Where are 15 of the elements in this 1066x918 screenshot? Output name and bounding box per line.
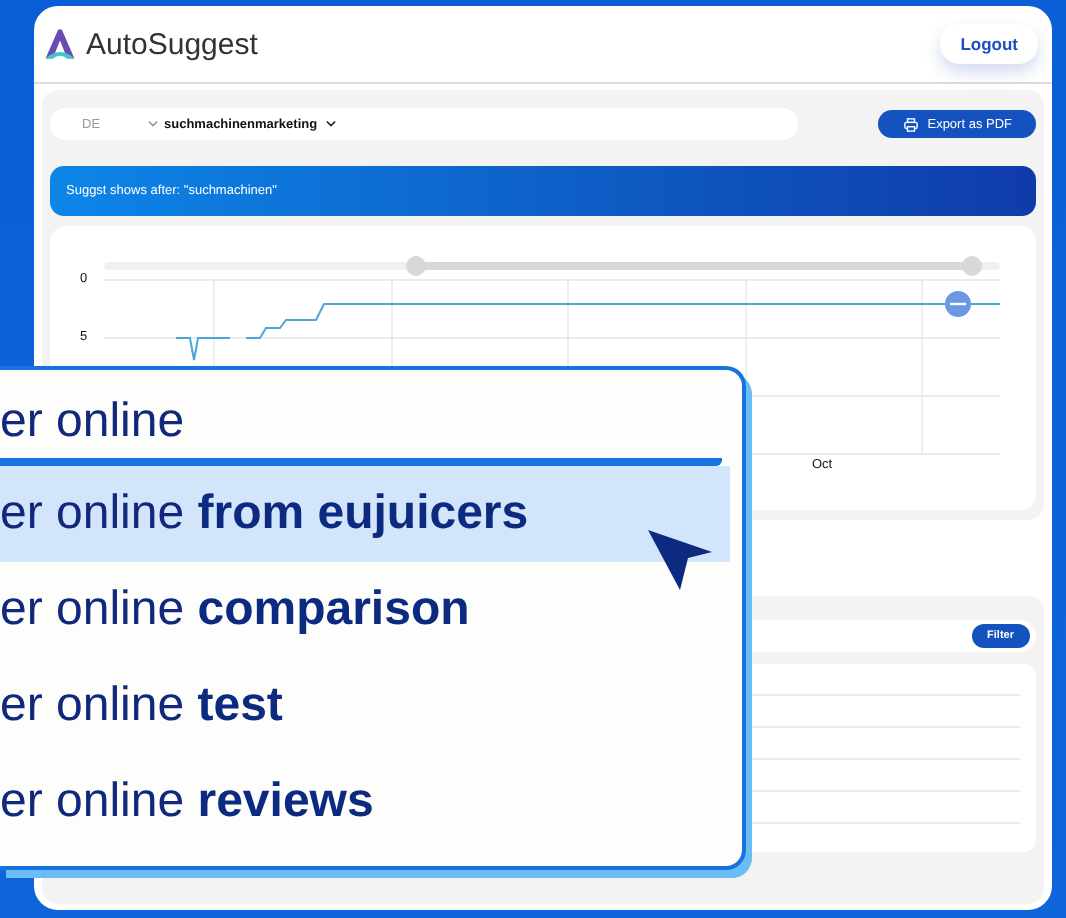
logout-button[interactable]: Logout: [940, 24, 1038, 64]
app-title: AutoSuggest: [86, 27, 258, 61]
suggestion-item[interactable]: er online comparison: [0, 562, 730, 658]
cursor-arrow-icon: [646, 528, 714, 592]
slider-handle[interactable]: [962, 256, 983, 276]
logo-icon: [42, 26, 78, 62]
printer-icon: [903, 117, 918, 131]
suggestion-item[interactable]: er online reviews: [0, 754, 730, 850]
chevron-down-icon: [325, 120, 336, 128]
range-slider-track[interactable]: [104, 262, 1000, 270]
minus-marker-icon[interactable]: [945, 291, 971, 317]
suggestion-item[interactable]: er online test: [0, 658, 730, 754]
slider-handle[interactable]: [405, 256, 426, 276]
suggestion-item[interactable]: er online from eujuicers: [0, 466, 730, 562]
chevron-down-icon: [148, 120, 158, 128]
